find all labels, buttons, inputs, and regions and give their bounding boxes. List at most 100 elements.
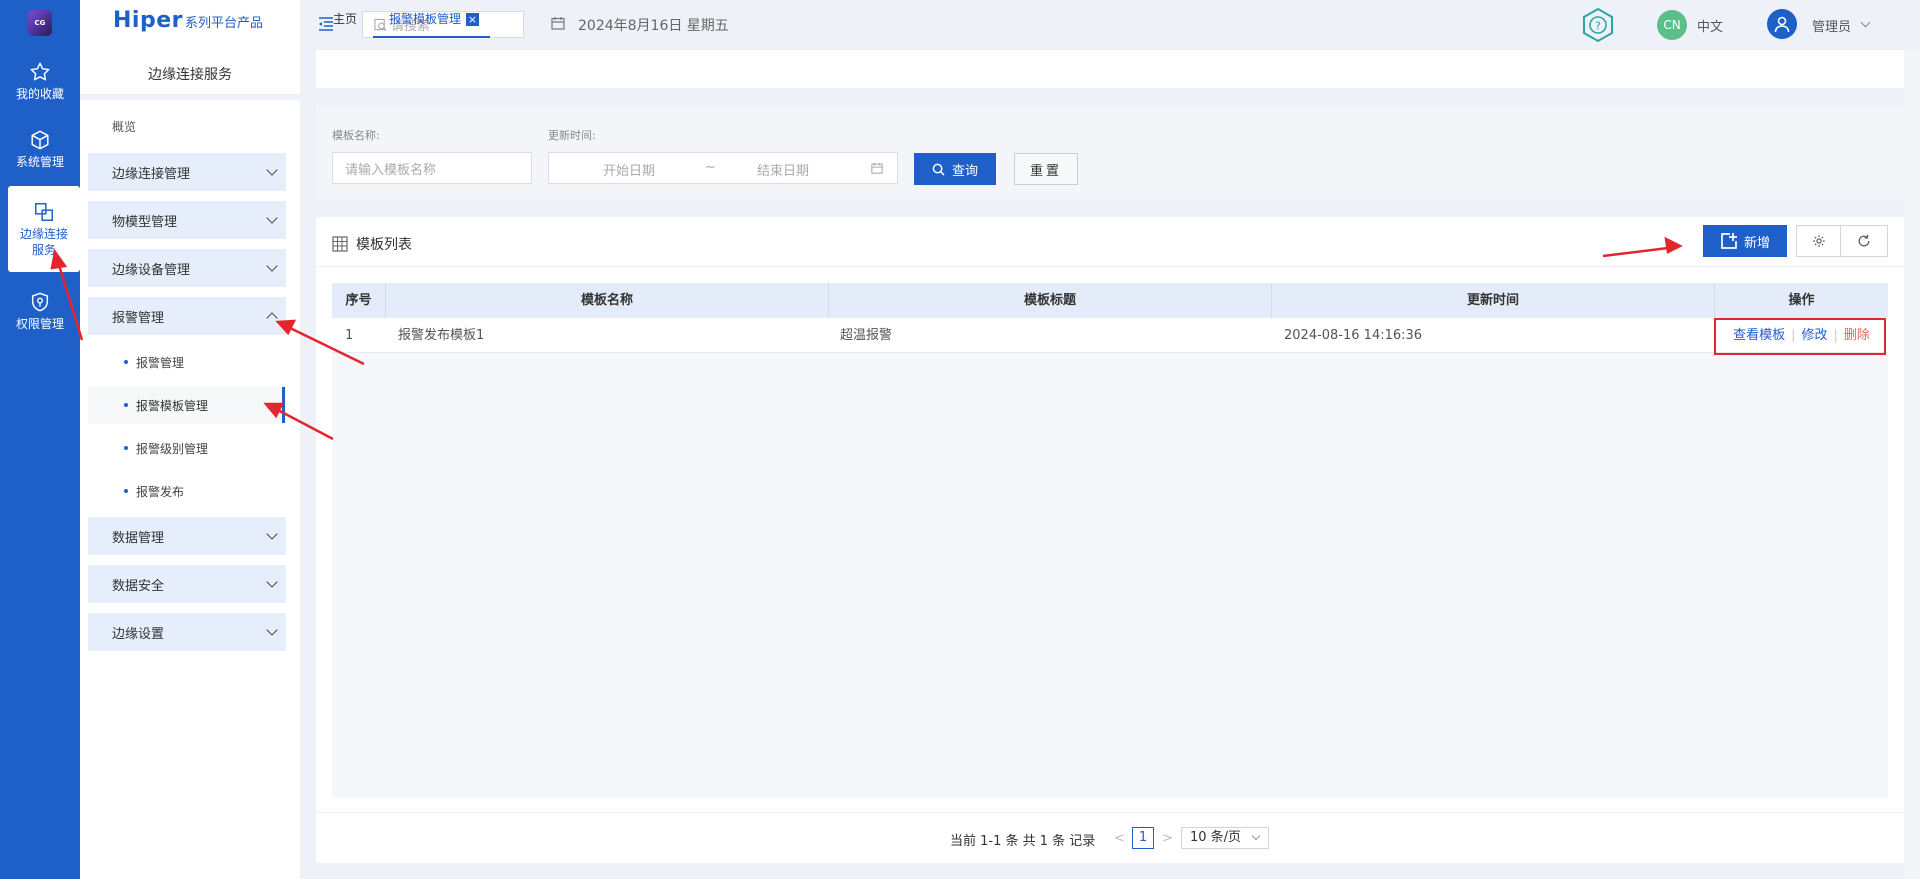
app-logo: CG (28, 10, 52, 36)
brand-sub: 系列平台产品 (184, 16, 263, 31)
page-size-select[interactable]: 10 条/页 (1181, 827, 1269, 849)
template-name-input[interactable]: 请输入模板名称 (332, 152, 532, 184)
pagination-summary: 当前 1-1 条 共 1 条 记录 (950, 834, 1096, 849)
start-date-placeholder: 开始日期 (603, 164, 656, 179)
sidebar-group-data-security[interactable]: 数据安全 (88, 565, 286, 603)
active-indicator (282, 387, 285, 423)
update-time-label: 更新时间: (548, 129, 596, 142)
sidebar-group-edge-settings[interactable]: 边缘设置 (88, 613, 286, 651)
rail-item-label: 我的收藏 (15, 86, 64, 101)
help-icon[interactable]: ? (1580, 7, 1616, 43)
sidebar-group-data[interactable]: 数据管理 (88, 517, 286, 555)
column-header: 模板标题 (829, 283, 1272, 318)
list-header (316, 217, 1904, 267)
column-header: 模板名称 (386, 283, 829, 318)
scrollbar[interactable] (1904, 50, 1920, 879)
column-header: 操作 (1788, 293, 1815, 308)
chevron-down-icon (266, 260, 278, 272)
chevron-up-icon (266, 312, 278, 324)
brand-main: Hiper (113, 8, 183, 33)
language-badge[interactable]: CN (1657, 10, 1687, 40)
chevron-down-icon (266, 528, 278, 540)
chevron-down-icon (266, 624, 278, 636)
sidebar-group-label: 物模型管理 (112, 214, 178, 230)
menu-collapse-icon[interactable] (318, 16, 334, 32)
sidebar-sub-label: 报警模板管理 (136, 398, 209, 413)
close-icon[interactable]: × (466, 13, 479, 26)
divider (316, 812, 1904, 813)
page-number-current[interactable]: 1 (1132, 827, 1154, 849)
refresh-button[interactable] (1840, 225, 1888, 257)
rail-item-label: 系统管理 (15, 154, 64, 169)
sidebar-title: 边缘连接服务 (80, 50, 300, 100)
rail-item-permissions[interactable]: 权限管理 (0, 278, 80, 344)
user-menu[interactable]: 管理员 (1812, 16, 1851, 35)
sidebar-group-edge-connection[interactable]: 边缘连接管理 (88, 153, 286, 191)
sidebar-group-edge-device[interactable]: 边缘设备管理 (88, 249, 286, 287)
add-button[interactable]: 新增 (1703, 225, 1787, 257)
tab-home[interactable]: 主页 (333, 0, 357, 38)
column-header: 更新时间 (1272, 283, 1715, 318)
rail-item-system[interactable]: 系统管理 (0, 116, 80, 182)
add-label: 新增 (1743, 235, 1770, 251)
calendar-icon (551, 17, 565, 30)
end-date-placeholder: 结束日期 (757, 164, 810, 179)
rail-item-favorites[interactable]: 我的收藏 (0, 48, 80, 114)
language-switch[interactable]: 中文 (1697, 16, 1723, 35)
annotation-highlight-box (1714, 318, 1886, 355)
sidebar-group-label: 边缘设置 (112, 626, 165, 642)
list-title: 模板列表 (356, 237, 412, 253)
reset-button[interactable]: 重置 (1014, 153, 1078, 185)
sidebar-item-overview[interactable]: 概览 (112, 118, 136, 135)
rail-item-edge-service[interactable]: 边缘连接 服务 (8, 186, 80, 272)
svg-text:?: ? (1595, 20, 1601, 33)
table-body-area (332, 283, 1888, 798)
current-date: 2024年8月16日 星期五 (578, 18, 729, 34)
sidebar-group-label: 报警管理 (112, 310, 165, 326)
column-header: 序号 (332, 283, 386, 318)
sidebar-group-label: 边缘设备管理 (112, 262, 191, 278)
date-range-picker[interactable]: 开始日期 ~ 结束日期 (548, 152, 898, 184)
cube-icon (31, 130, 49, 149)
rail-item-label: 边缘连接 服务 (19, 226, 68, 257)
chevron-down-icon (266, 576, 278, 588)
cell-template-name: 报警发布模板1 (398, 328, 485, 343)
table-icon (332, 236, 348, 252)
table-row: 1 报警发布模板1 超温报警 2024-08-16 14:16:36 查看模板 … (332, 318, 1888, 353)
search-icon (932, 163, 945, 176)
chevron-down-icon (266, 212, 278, 224)
tabs-bar (316, 50, 1904, 88)
sidebar-sub-alarm-publish[interactable]: 报警发布 (88, 472, 286, 510)
refresh-icon (1858, 234, 1870, 247)
query-button[interactable]: 查询 (914, 153, 996, 185)
cell-updated-time: 2024-08-16 14:16:36 (1284, 328, 1423, 343)
template-name-label: 模板名称: (332, 129, 380, 142)
star-icon (30, 62, 50, 81)
table-header: 序号 模板名称 模板标题 更新时间 操作 (332, 283, 1888, 318)
sidebar-group-alarm[interactable]: 报警管理 (88, 297, 286, 335)
copy-squares-icon (35, 202, 53, 221)
sidebar-group-thing-model[interactable]: 物模型管理 (88, 201, 286, 239)
bullet-icon (124, 489, 128, 493)
next-page-button[interactable]: > (1162, 831, 1173, 846)
sidebar-sub-alarm-management[interactable]: 报警管理 (88, 343, 286, 381)
sidebar-sub-label: 报警发布 (136, 484, 185, 499)
shield-icon (31, 292, 49, 311)
prev-page-button[interactable]: < (1114, 831, 1125, 846)
brand-logo: Hiper 系列平台产品 (113, 8, 263, 40)
page-size-value: 10 条/页 (1190, 830, 1242, 845)
avatar[interactable] (1767, 9, 1797, 39)
range-separator: ~ (705, 160, 716, 175)
sidebar-sub-alarm-level[interactable]: 报警级别管理 (88, 429, 286, 467)
sidebar-sub-alarm-template[interactable]: 报警模板管理 (88, 386, 286, 424)
bullet-icon (124, 360, 128, 364)
settings-button[interactable] (1796, 225, 1840, 257)
bullet-icon (124, 403, 128, 407)
cell-index: 1 (345, 328, 354, 343)
tab-label: 报警模板管理 (389, 12, 462, 26)
cell-template-title: 超温报警 (840, 328, 893, 343)
rail-item-label: 权限管理 (15, 316, 64, 331)
sidebar-sub-label: 报警级别管理 (136, 441, 209, 456)
sidebar-sub-label: 报警管理 (136, 355, 185, 370)
calendar-icon (871, 162, 883, 174)
